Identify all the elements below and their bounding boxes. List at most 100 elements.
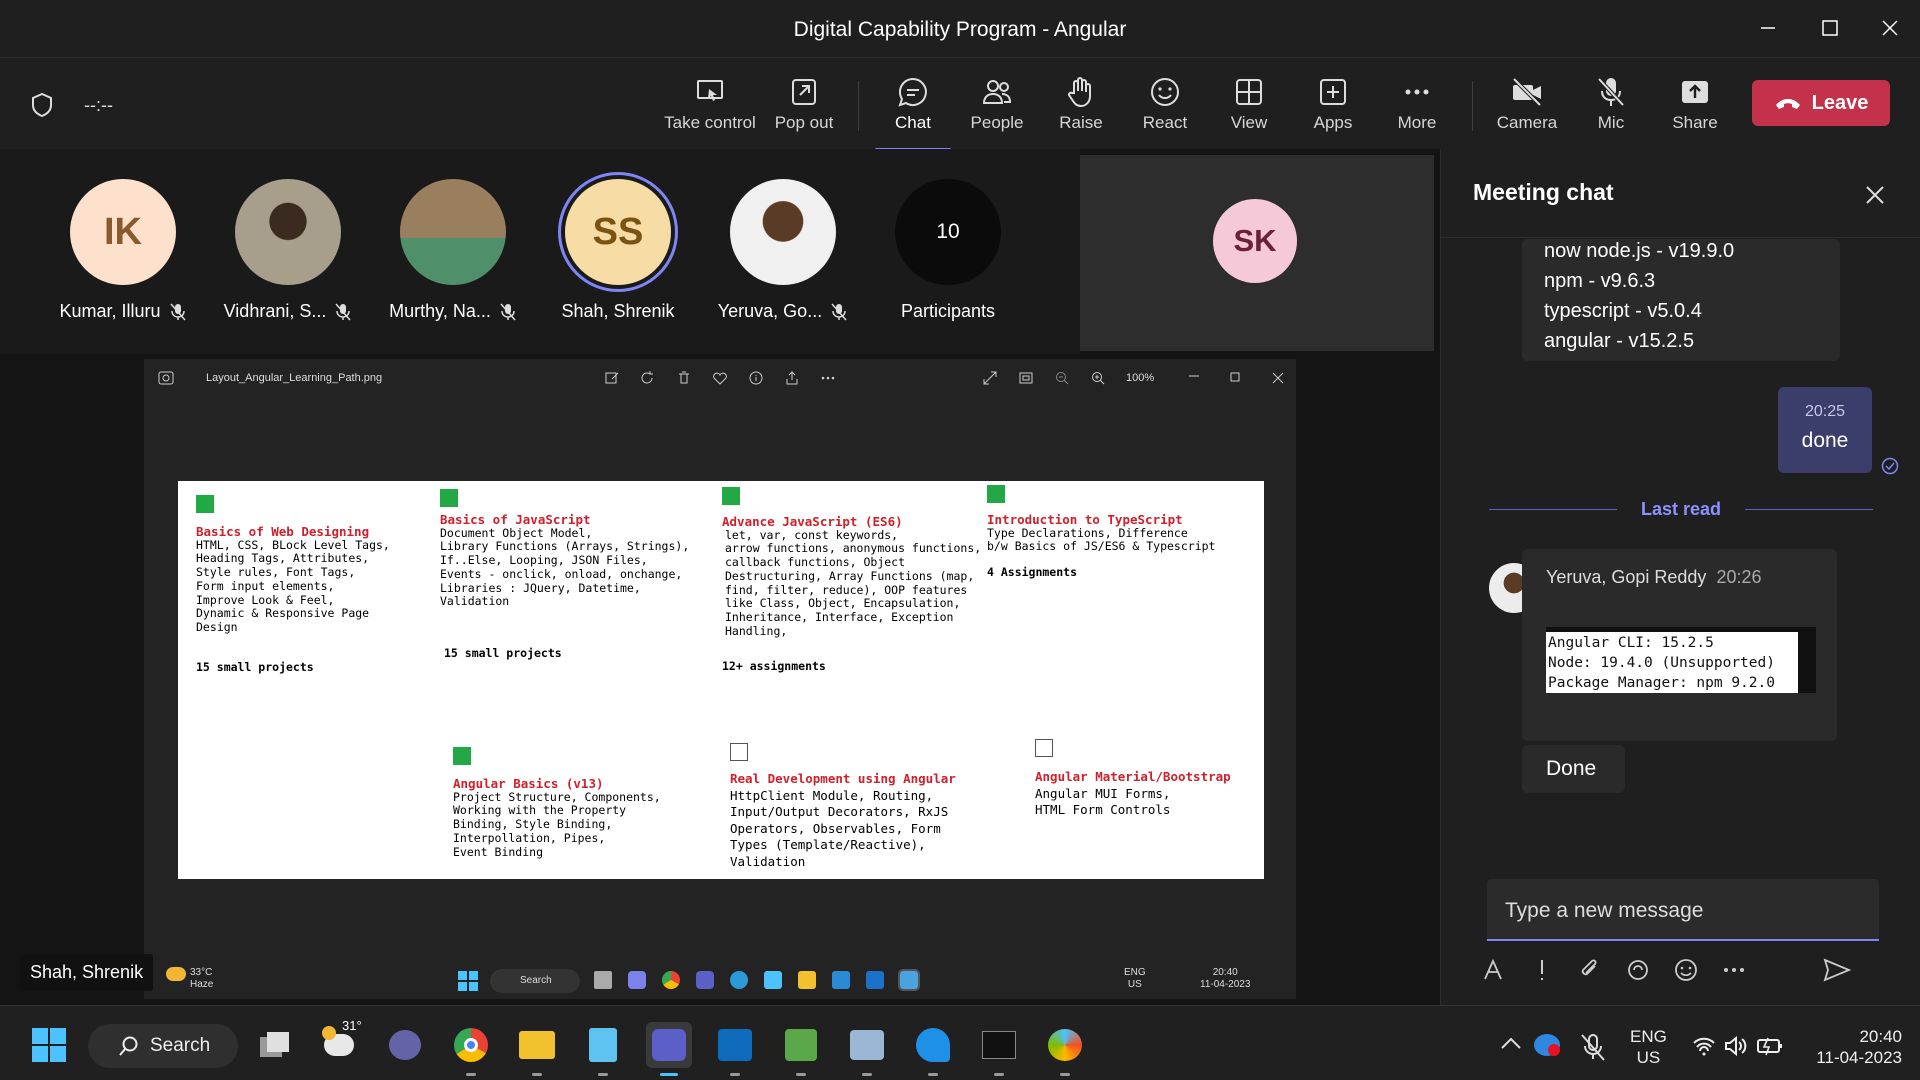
start-icon[interactable]: [458, 971, 478, 991]
participant-count-tile[interactable]: 10 Participants: [878, 179, 1018, 322]
teams-chat-app[interactable]: [382, 1022, 428, 1068]
emoji-icon[interactable]: [1673, 957, 1699, 983]
loop-icon[interactable]: [1625, 957, 1651, 983]
mic-muted-icon[interactable]: [1578, 1032, 1608, 1062]
chat-message-versions[interactable]: now node.js - v19.9.0 npm - v9.6.3 types…: [1522, 239, 1840, 361]
fit-icon[interactable]: [1018, 370, 1034, 386]
maximize-button[interactable]: [1810, 10, 1850, 46]
chat-message-gopi[interactable]: Yeruva, Gopi Reddy 20:26 Angular CLI: 15…: [1522, 549, 1837, 741]
chat-button[interactable]: Chat: [873, 75, 953, 151]
outlook-icon[interactable]: [866, 971, 884, 989]
expand-icon[interactable]: [982, 370, 998, 386]
language-indicator[interactable]: ENG US: [1630, 1026, 1667, 1068]
viewer-filename: Layout_Angular_Learning_Path.png: [206, 372, 383, 384]
compose-message-box[interactable]: Type a new message: [1487, 879, 1879, 941]
participant-tile[interactable]: Vidhrani, S...: [218, 179, 358, 322]
more-button[interactable]: More: [1377, 75, 1457, 145]
photo-editor-app[interactable]: [778, 1022, 824, 1076]
vpn-app[interactable]: [910, 1022, 956, 1076]
raise-hand-button[interactable]: Raise: [1041, 75, 1121, 145]
teams-icon[interactable]: [696, 971, 714, 989]
format-icon[interactable]: [1481, 957, 1507, 983]
teams-app[interactable]: [646, 1022, 692, 1076]
clock[interactable]: 20:40 11-04-2023: [1796, 1026, 1902, 1068]
chat-message-done[interactable]: Done: [1522, 745, 1625, 793]
notepad-app[interactable]: [580, 1022, 626, 1076]
volume-icon[interactable]: [1724, 1036, 1748, 1056]
wifi-icon[interactable]: [1692, 1036, 1716, 1056]
participant-gallery: IK Kumar, Illuru Vidhrani, S... Murthy, …: [0, 149, 1080, 354]
battery-icon[interactable]: [1756, 1036, 1784, 1056]
mic-muted-icon: [500, 303, 516, 320]
info-icon[interactable]: [748, 370, 764, 386]
paint-app[interactable]: [1042, 1022, 1088, 1076]
region-code: US: [1636, 1048, 1661, 1067]
send-icon[interactable]: [1823, 957, 1851, 983]
terminal-app[interactable]: [976, 1022, 1022, 1076]
notepad-icon[interactable]: [764, 971, 782, 989]
learning-block: Angular Material/Bootstrap Angular MUI F…: [1035, 769, 1255, 819]
participant-tile[interactable]: Yeruva, Go...: [713, 179, 853, 322]
view-button[interactable]: View: [1209, 75, 1289, 145]
chrome-icon: [454, 1028, 488, 1062]
apps-button[interactable]: Apps: [1293, 75, 1373, 145]
take-control-button[interactable]: Take control: [664, 75, 756, 145]
mic-off-icon: [1597, 77, 1625, 107]
viewer-close-icon[interactable]: [1270, 370, 1286, 386]
rotate-icon[interactable]: [640, 370, 656, 386]
close-chat-icon[interactable]: [1865, 185, 1885, 205]
more-options-icon[interactable]: [1721, 957, 1747, 983]
participant-tile[interactable]: Murthy, Na...: [383, 179, 523, 322]
vscode-icon[interactable]: [832, 971, 850, 989]
close-icon: [1882, 20, 1898, 36]
taskbar-search[interactable]: Search: [88, 1024, 238, 1068]
snipping-app[interactable]: [844, 1022, 890, 1076]
apps-label: Apps: [1313, 113, 1353, 132]
important-icon[interactable]: [1529, 957, 1555, 983]
file-explorer-icon[interactable]: [798, 971, 816, 989]
edge-icon[interactable]: [730, 971, 748, 989]
outlook-icon: [718, 1029, 752, 1061]
teams-chat-icon[interactable]: [628, 971, 646, 989]
people-button[interactable]: People: [957, 75, 1037, 145]
chrome-icon[interactable]: [662, 971, 680, 989]
pop-out-button[interactable]: Pop out: [764, 75, 844, 145]
delete-icon[interactable]: [676, 370, 692, 386]
zoom-in-icon[interactable]: [1090, 370, 1106, 386]
leave-label: Leave: [1811, 91, 1869, 114]
favorite-icon[interactable]: [712, 370, 728, 386]
weather-widget[interactable]: 31°: [316, 1018, 362, 1068]
photo-viewer-toolbar: Layout_Angular_Learning_Path.png 100%: [144, 359, 1296, 399]
leave-button[interactable]: Leave: [1752, 80, 1890, 126]
camera-button[interactable]: Camera: [1487, 75, 1567, 145]
my-chat-message[interactable]: 20:25 done: [1778, 387, 1872, 473]
zoom-out-icon[interactable]: [1054, 370, 1070, 386]
file-explorer-app[interactable]: [514, 1022, 560, 1076]
onedrive-icon[interactable]: [1534, 1034, 1560, 1056]
mic-button[interactable]: Mic: [1571, 75, 1651, 145]
participant-name: Shah, Shrenik: [561, 301, 675, 321]
react-button[interactable]: React: [1125, 75, 1205, 145]
close-window-button[interactable]: [1870, 10, 1910, 46]
share-icon[interactable]: [784, 370, 800, 386]
mini-search-box[interactable]: Search: [490, 969, 580, 993]
more-icon[interactable]: [820, 370, 836, 386]
photos-icon[interactable]: [898, 969, 920, 991]
minimize-button[interactable]: [1748, 10, 1788, 46]
task-view-icon[interactable]: [594, 971, 612, 989]
spotlight-tile[interactable]: SK: [1080, 155, 1434, 351]
toolbar-divider: [858, 81, 859, 131]
chevron-up-icon[interactable]: [1500, 1036, 1522, 1050]
task-view-button[interactable]: [252, 1022, 298, 1068]
attach-icon[interactable]: [1577, 957, 1603, 983]
edit-icon[interactable]: [604, 370, 620, 386]
share-button[interactable]: Share: [1655, 75, 1735, 145]
outlook-app[interactable]: [712, 1022, 758, 1076]
participant-tile[interactable]: IK Kumar, Illuru: [53, 179, 193, 322]
camera-label: Camera: [1496, 113, 1558, 132]
participant-tile-speaking[interactable]: SS Shah, Shrenik: [548, 179, 688, 322]
start-button[interactable]: [26, 1022, 72, 1068]
chrome-app[interactable]: [448, 1022, 494, 1076]
viewer-restore-icon[interactable]: [1228, 370, 1244, 386]
viewer-minimize-icon[interactable]: [1186, 370, 1202, 386]
